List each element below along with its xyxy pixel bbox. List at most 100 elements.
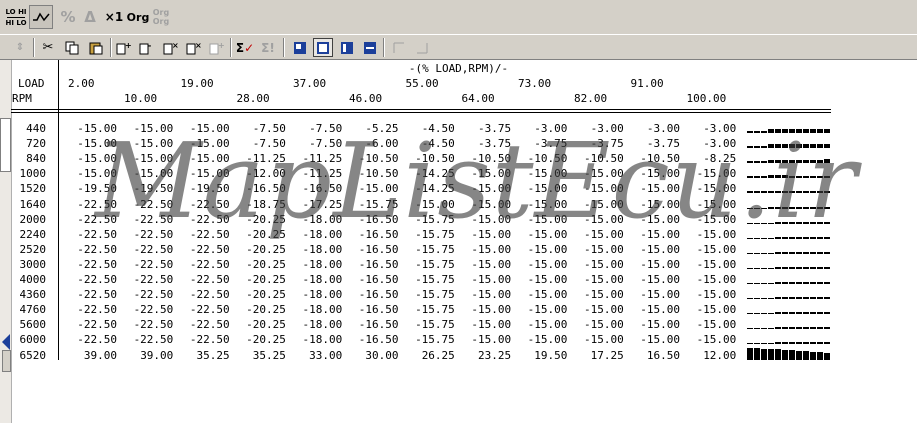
paste-icon[interactable] [86,38,106,57]
table-cell[interactable]: -22.50 [190,303,230,316]
sum-warn-icon[interactable]: Σ! [258,38,278,57]
table-cell[interactable]: -15.00 [471,213,511,226]
table-cell[interactable]: -15.00 [134,137,174,150]
table-cell[interactable]: -15.00 [640,198,680,211]
table-cell[interactable]: -20.25 [246,288,286,301]
table-cell[interactable]: -10.50 [528,152,568,165]
table-cell[interactable]: -15.00 [528,333,568,346]
table-cell[interactable]: -22.50 [134,228,174,241]
table-cell[interactable]: -15.00 [77,122,117,135]
table-cell[interactable]: -15.00 [471,167,511,180]
copy-icon[interactable] [62,38,82,57]
table-cell[interactable]: -18.00 [302,213,342,226]
view-table-icon[interactable] [313,38,333,57]
table-cell[interactable]: -22.50 [77,273,117,286]
table-cell[interactable]: -15.00 [134,152,174,165]
table-cell[interactable]: -15.00 [471,333,511,346]
table-cell[interactable]: -18.00 [302,243,342,256]
table-cell[interactable]: 39.00 [84,349,117,362]
table-cell[interactable]: -5.25 [365,122,398,135]
table-cell[interactable]: -3.00 [703,137,736,150]
x1-button[interactable]: ×1 [104,5,124,29]
table-cell[interactable]: -15.00 [471,243,511,256]
table-cell[interactable]: -11.25 [246,152,286,165]
table-cell[interactable]: -15.00 [584,198,624,211]
delta-button[interactable]: Δ [81,5,99,29]
table-cell[interactable]: -22.50 [190,288,230,301]
table-cell[interactable]: -15.00 [471,303,511,316]
table-cell[interactable]: 35.25 [253,349,286,362]
table-cell[interactable]: -22.50 [190,333,230,346]
table-cell[interactable]: -19.50 [190,182,230,195]
table-cell[interactable]: 39.00 [140,349,173,362]
table-cell[interactable]: -15.00 [190,137,230,150]
table-cell[interactable]: -22.50 [190,228,230,241]
table-cell[interactable]: -7.50 [253,137,286,150]
table-cell[interactable]: -22.50 [77,213,117,226]
table-cell[interactable]: -15.00 [584,167,624,180]
table-cell[interactable]: 23.25 [478,349,511,362]
table-cell[interactable]: -15.00 [415,198,455,211]
view-split-horizontal-icon[interactable] [360,38,380,57]
table-cell[interactable]: -16.50 [359,243,399,256]
table-cell[interactable]: -16.50 [246,182,286,195]
table-cell[interactable]: -3.75 [478,122,511,135]
table-cell[interactable]: -15.00 [584,228,624,241]
table-cell[interactable]: -22.50 [134,273,174,286]
table-cell[interactable]: -15.00 [640,288,680,301]
table-cell[interactable]: -22.50 [190,243,230,256]
table-cell[interactable]: -15.75 [415,228,455,241]
view-single-icon[interactable] [290,38,310,57]
table-cell[interactable]: -15.00 [471,198,511,211]
table-cell[interactable]: -15.00 [528,213,568,226]
table-cell[interactable]: -18.00 [302,318,342,331]
table-cell[interactable]: 30.00 [365,349,398,362]
table-cell[interactable]: -15.00 [584,258,624,271]
table-cell[interactable]: -20.25 [246,333,286,346]
table-cell[interactable]: -22.50 [77,333,117,346]
table-cell[interactable]: -18.75 [246,198,286,211]
table-cell[interactable]: -3.00 [647,122,680,135]
sum-check-icon[interactable]: Σ ✓ [235,38,255,57]
table-cell[interactable]: -22.50 [77,258,117,271]
table-cell[interactable]: -15.00 [584,243,624,256]
table-cell[interactable]: -15.00 [640,213,680,226]
table-cell[interactable]: -15.75 [359,198,399,211]
table-cell[interactable]: -15.00 [584,318,624,331]
table-cell[interactable]: -15.75 [415,258,455,271]
table-cell[interactable]: -15.00 [528,318,568,331]
table-cell[interactable]: -16.50 [359,228,399,241]
table-cell[interactable]: -15.00 [471,228,511,241]
view-split-vertical-icon[interactable] [337,38,357,57]
table-cell[interactable]: -20.25 [246,243,286,256]
table-cell[interactable]: -15.00 [77,137,117,150]
table-cell[interactable]: -4.50 [422,122,455,135]
duplicate-icon[interactable]: + [207,38,227,57]
table-cell[interactable]: -15.00 [640,243,680,256]
table-cell[interactable]: -22.50 [77,228,117,241]
table-cell[interactable]: -22.50 [134,318,174,331]
table-cell[interactable]: -10.50 [640,152,680,165]
table-cell[interactable]: -22.50 [190,198,230,211]
table-cell[interactable]: -15.00 [528,198,568,211]
table-cell[interactable]: -18.00 [302,288,342,301]
table-cell[interactable]: -3.75 [647,137,680,150]
table-cell[interactable]: -18.00 [302,228,342,241]
table-cell[interactable]: -15.00 [190,122,230,135]
table-cell[interactable]: -15.00 [134,167,174,180]
table-cell[interactable]: -11.25 [302,152,342,165]
table-cell[interactable]: -16.50 [359,288,399,301]
table-cell[interactable]: -15.00 [697,228,737,241]
table-cell[interactable]: -20.25 [246,303,286,316]
table-cell[interactable]: -11.25 [302,167,342,180]
table-cell[interactable]: -10.50 [584,152,624,165]
table-cell[interactable]: -20.25 [246,228,286,241]
spin-icon[interactable]: ⇕ [10,38,30,57]
table-cell[interactable]: -15.00 [697,258,737,271]
table-cell[interactable]: -15.00 [471,273,511,286]
table-cell[interactable]: -22.50 [77,303,117,316]
table-cell[interactable]: -15.00 [640,228,680,241]
table-cell[interactable]: -22.50 [190,258,230,271]
table-cell[interactable]: -22.50 [134,243,174,256]
table-cell[interactable]: -22.50 [190,318,230,331]
